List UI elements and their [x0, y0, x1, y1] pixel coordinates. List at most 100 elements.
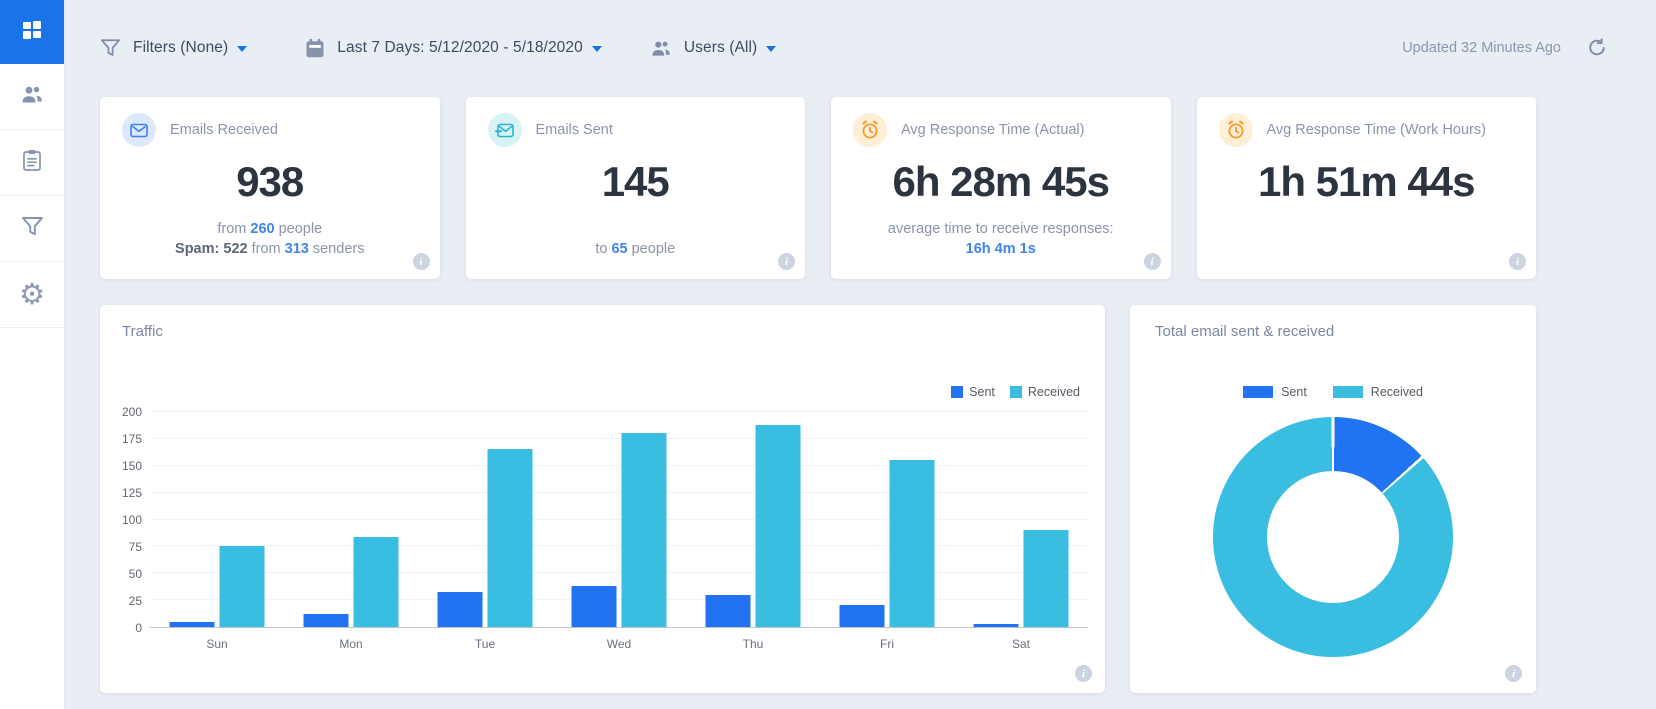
emails-received-value: 938 — [100, 161, 440, 203]
sidebar-item-dashboard[interactable] — [0, 0, 64, 64]
users-icon — [650, 40, 672, 57]
users-dropdown[interactable]: Users (All) — [650, 39, 776, 57]
bar-group-sat — [974, 530, 1069, 627]
traffic-chart-title: Traffic — [122, 323, 163, 340]
bar-sent-thu[interactable] — [706, 595, 751, 627]
card-emails-sent: Emails Sent 145 to 65 people i — [466, 97, 806, 279]
card-title: Avg Response Time (Work Hours) — [1267, 122, 1486, 138]
x-tick-label: Tue — [475, 637, 495, 651]
avg-response-actual-value: 6h 28m 45s — [831, 161, 1171, 203]
bar-received-wed[interactable] — [622, 433, 667, 627]
donut-chart[interactable] — [1213, 417, 1453, 657]
stat-cards-row: Emails Received 938 from 260 people Spam… — [100, 97, 1536, 279]
donut-chart-title: Total email sent & received — [1155, 323, 1334, 340]
traffic-legend: Sent Received — [951, 385, 1080, 399]
legend-item-received[interactable]: Received — [1333, 385, 1423, 399]
updated-group: Updated 32 Minutes Ago — [1402, 38, 1607, 58]
funnel-icon — [21, 216, 44, 242]
updated-status: Updated 32 Minutes Ago — [1402, 40, 1561, 56]
card-title: Emails Sent — [536, 122, 613, 138]
card-title: Avg Response Time (Actual) — [901, 122, 1084, 138]
bar-sent-fri[interactable] — [840, 605, 885, 627]
y-tick-label: 25 — [129, 594, 142, 608]
x-tick-label: Sun — [206, 637, 227, 651]
spam-senders-count[interactable]: 313 — [285, 241, 309, 257]
users-label: Users (All) — [684, 39, 757, 57]
sidebar-item-contacts[interactable] — [0, 64, 64, 130]
date-range-label: Last 7 Days: 5/12/2020 - 5/18/2020 — [337, 39, 583, 57]
chevron-down-icon — [592, 46, 602, 52]
bar-group-mon — [304, 537, 399, 627]
y-tick-label: 150 — [122, 459, 142, 473]
alarm-clock-icon — [853, 113, 887, 147]
legend-item-sent[interactable]: Sent — [951, 385, 995, 399]
emails-sent-value: 145 — [466, 161, 806, 203]
refresh-icon[interactable] — [1587, 38, 1607, 58]
legend-item-sent[interactable]: Sent — [1243, 385, 1307, 399]
envelope-sent-icon — [488, 113, 522, 147]
bar-sent-wed[interactable] — [572, 586, 617, 627]
x-tick-label: Thu — [743, 637, 764, 651]
x-tick-label: Mon — [339, 637, 362, 651]
filter-funnel-icon — [100, 38, 121, 58]
legend-item-received[interactable]: Received — [1010, 385, 1080, 399]
received-people-count[interactable]: 260 — [250, 221, 274, 237]
y-tick-label: 200 — [122, 405, 142, 419]
legend-swatch — [1243, 386, 1273, 398]
sidebar-item-reports[interactable] — [0, 130, 64, 196]
bar-received-tue[interactable] — [488, 449, 533, 627]
sidebar-item-filters[interactable] — [0, 196, 64, 262]
bar-received-mon[interactable] — [354, 537, 399, 627]
calendar-icon — [305, 38, 325, 59]
bar-sent-sat[interactable] — [974, 624, 1019, 627]
toolbar: Filters (None) Last 7 Days: 5/12/2020 - … — [100, 26, 1607, 70]
legend-label: Received — [1371, 385, 1423, 399]
x-tick-label: Sat — [1012, 637, 1030, 651]
bar-group-fri — [840, 460, 935, 627]
donut-legend: Sent Received — [1130, 385, 1536, 399]
avg-response-work-value: 1h 51m 44s — [1197, 161, 1537, 203]
bar-group-thu — [706, 425, 801, 627]
info-icon[interactable]: i — [1509, 253, 1526, 270]
info-icon[interactable]: i — [413, 253, 430, 270]
legend-label: Sent — [1281, 385, 1307, 399]
bar-received-sun[interactable] — [220, 546, 265, 627]
dashboard-grid-icon — [19, 17, 45, 48]
bar-sent-tue[interactable] — [438, 592, 483, 627]
date-range-dropdown[interactable]: Last 7 Days: 5/12/2020 - 5/18/2020 — [305, 38, 602, 59]
traffic-chart-card: Traffic SentReceived 0255075100125150175… — [100, 305, 1105, 693]
bar-sent-mon[interactable] — [304, 614, 349, 627]
people-icon — [20, 85, 44, 109]
bar-received-thu[interactable] — [756, 425, 801, 627]
card-avg-response-actual: Avg Response Time (Actual) 6h 28m 45s av… — [831, 97, 1171, 279]
sent-people-count[interactable]: 65 — [611, 241, 627, 257]
legend-swatch — [1333, 386, 1363, 398]
bar-received-sat[interactable] — [1024, 530, 1069, 627]
y-tick-label: 175 — [122, 432, 142, 446]
legend-label: Sent — [969, 385, 995, 399]
info-icon[interactable]: i — [1505, 665, 1522, 682]
alarm-clock-icon — [1219, 113, 1253, 147]
legend-swatch — [1010, 386, 1022, 398]
x-tick-label: Fri — [880, 637, 894, 651]
gridline — [150, 411, 1088, 412]
traffic-plot — [150, 412, 1088, 628]
donut-chart-card: Total email sent & received Sent Received… — [1130, 305, 1536, 693]
info-icon[interactable]: i — [1144, 253, 1161, 270]
card-subtext: to 65 people — [466, 239, 806, 259]
filters-dropdown[interactable]: Filters (None) — [100, 38, 247, 58]
main-content: Filters (None) Last 7 Days: 5/12/2020 - … — [64, 0, 1656, 709]
legend-swatch — [951, 386, 963, 398]
bar-sent-sun[interactable] — [170, 622, 215, 627]
sidebar-item-settings[interactable]: ⚙ — [0, 262, 64, 328]
x-tick-label: Wed — [607, 637, 631, 651]
info-icon[interactable]: i — [778, 253, 795, 270]
card-emails-received: Emails Received 938 from 260 people Spam… — [100, 97, 440, 279]
bar-received-fri[interactable] — [890, 460, 935, 627]
card-avg-response-work: Avg Response Time (Work Hours) 1h 51m 44… — [1197, 97, 1537, 279]
traffic-x-axis: Sun Mon Tue Wed Thu Fri Sat — [150, 637, 1088, 653]
filters-label: Filters (None) — [133, 39, 228, 57]
traffic-y-axis: 0255075100125150175200 — [100, 412, 142, 628]
receive-response-time[interactable]: 16h 4m 1s — [966, 241, 1036, 257]
info-icon[interactable]: i — [1075, 665, 1092, 682]
